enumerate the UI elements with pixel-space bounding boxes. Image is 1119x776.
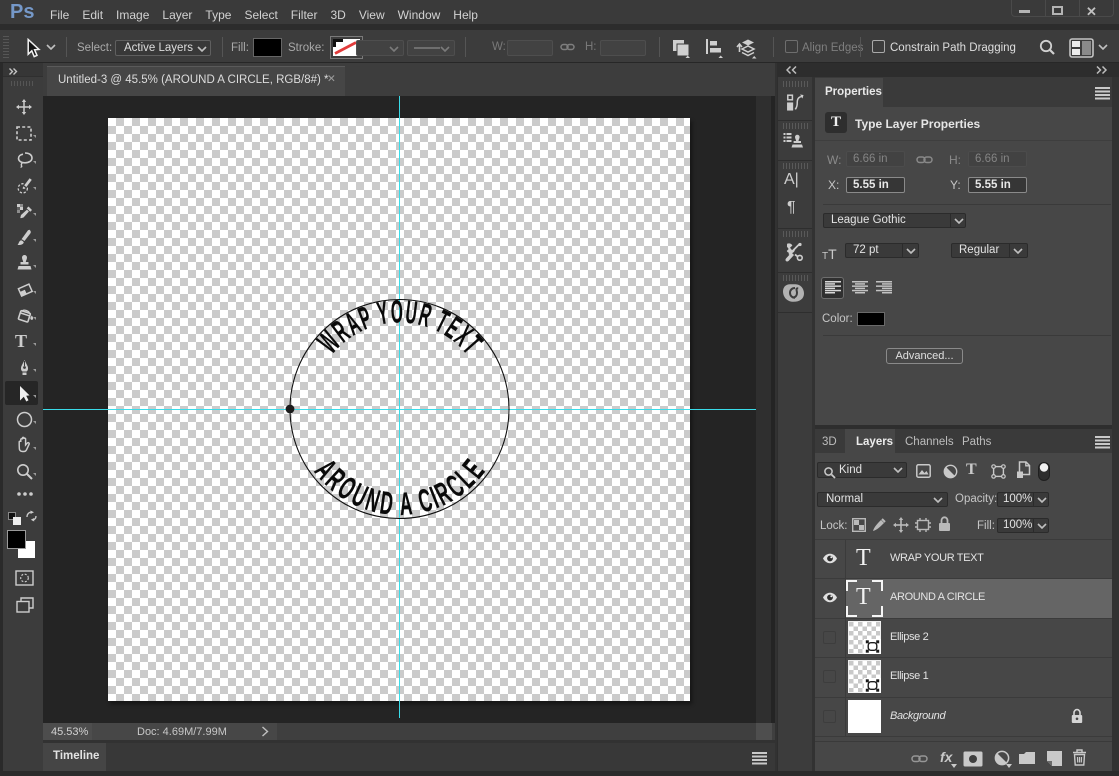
svg-text:A: A xyxy=(399,487,414,523)
svg-text:O: O xyxy=(390,294,403,330)
svg-text:Y: Y xyxy=(375,295,391,332)
